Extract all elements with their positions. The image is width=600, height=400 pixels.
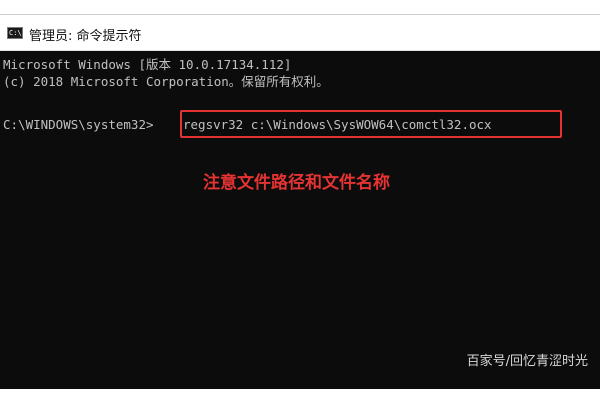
cmd-icon: C:\ [7, 27, 23, 39]
title-bar[interactable]: C:\ 管理员: 命令提示符 [0, 15, 600, 51]
console-area[interactable]: Microsoft Windows [版本 10.0.17134.112] (c… [0, 51, 600, 389]
command-prompt-window: C:\ 管理员: 命令提示符 Microsoft Windows [版本 10.… [0, 14, 600, 389]
prompt-path: C:\WINDOWS\system32> [3, 117, 154, 132]
command-text[interactable]: regsvr32 c:\Windows\SysWOW64\comctl32.oc… [183, 117, 492, 132]
watermark: 百家号/回忆青涩时光 [466, 354, 588, 369]
copyright-line: (c) 2018 Microsoft Corporation。保留所有权利。 [3, 74, 329, 89]
window-title: 管理员: 命令提示符 [29, 29, 142, 44]
annotation-text: 注意文件路径和文件名称 [203, 173, 390, 193]
